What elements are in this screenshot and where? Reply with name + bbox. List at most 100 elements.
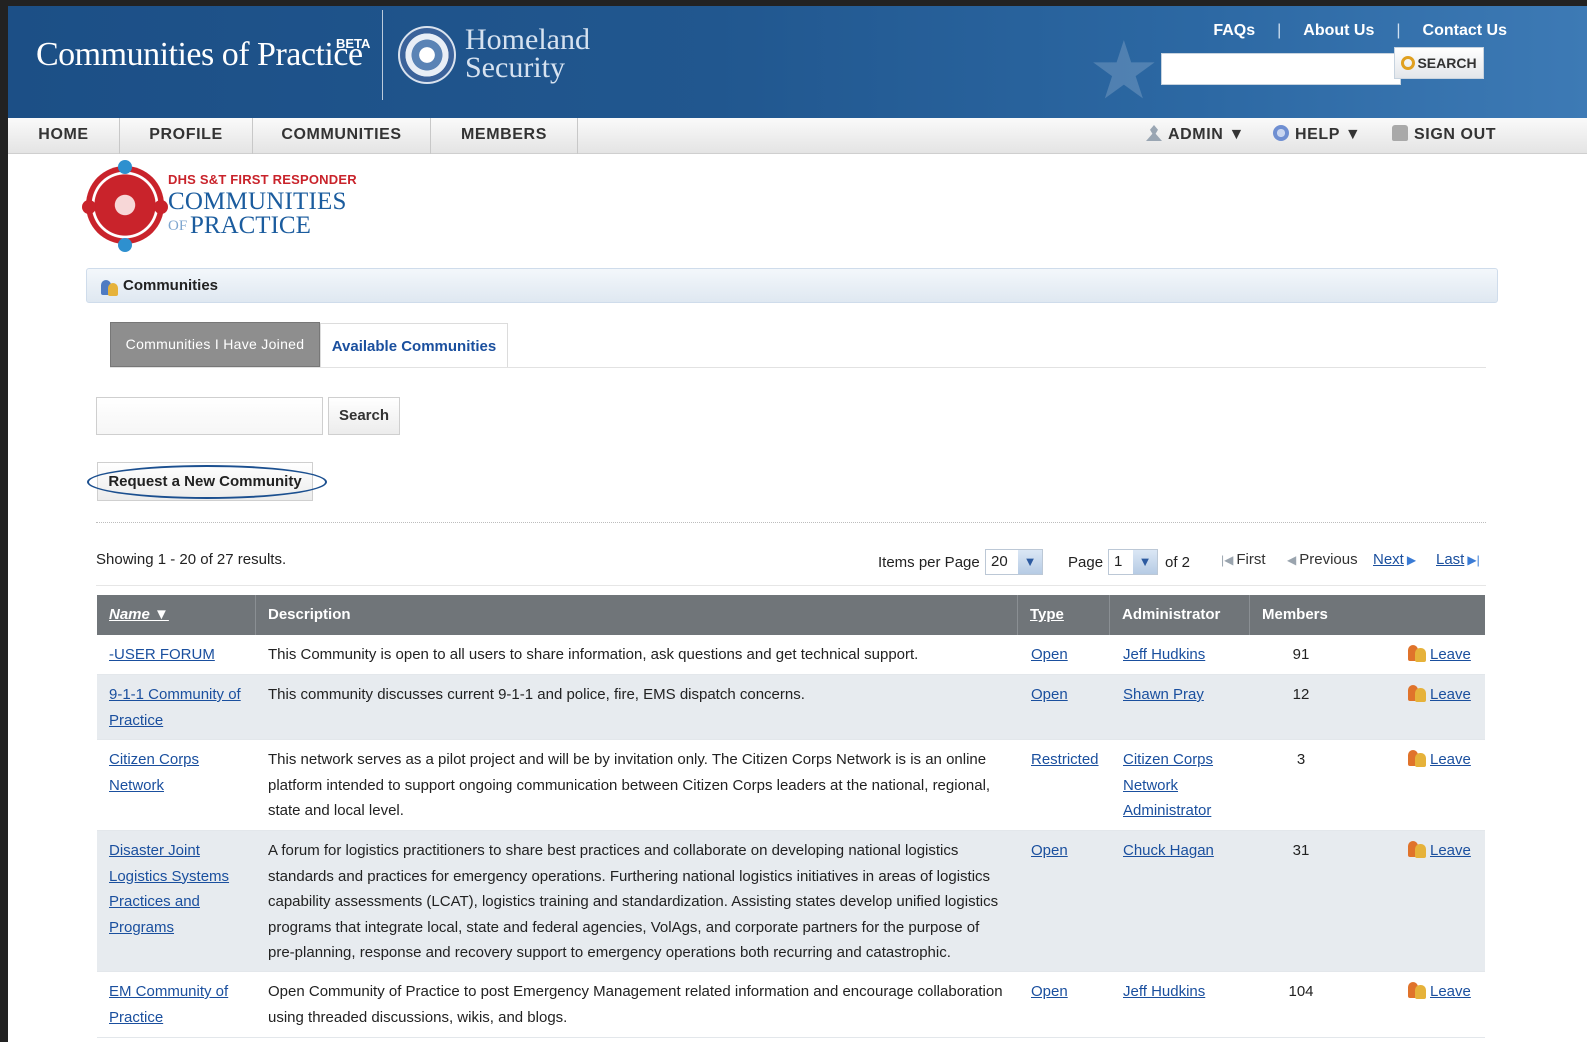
people-icon bbox=[1407, 748, 1427, 768]
leave-link[interactable]: Leave bbox=[1407, 979, 1477, 1005]
table-row: 9-1-1 Community of Practice This communi… bbox=[97, 675, 1485, 740]
main-nav: HOME PROFILE COMMUNITIES MEMBERS ADMIN ▼… bbox=[8, 118, 1587, 154]
pager-last[interactable]: Last ▶| bbox=[1436, 551, 1483, 568]
items-per-page-label: Items per Page bbox=[878, 554, 980, 571]
section-title: Communities bbox=[123, 277, 219, 294]
agency-name-line1: Homeland bbox=[465, 23, 590, 56]
nav-help-label: HELP ▼ bbox=[1295, 126, 1362, 143]
nav-help-menu[interactable]: HELP ▼ bbox=[1273, 118, 1361, 154]
logo-line2-of: OF bbox=[168, 218, 188, 234]
community-type-link[interactable]: Open bbox=[1031, 642, 1109, 668]
community-name-link[interactable]: 9-1-1 Community of Practice bbox=[109, 682, 249, 733]
last-page-icon: ▶| bbox=[1467, 553, 1480, 567]
nav-communities[interactable]: COMMUNITIES bbox=[253, 118, 431, 154]
search-icon bbox=[1401, 56, 1416, 70]
nav-members[interactable]: MEMBERS bbox=[431, 118, 578, 154]
results-count: Showing 1 - 20 of 27 results. bbox=[96, 551, 287, 568]
header-search-button[interactable]: SEARCH bbox=[1394, 47, 1484, 79]
communities-table: Name ▼ Description Type Administrator Me… bbox=[97, 595, 1485, 1038]
cop-emblem-icon bbox=[86, 166, 164, 244]
admin-icon bbox=[1146, 125, 1162, 141]
tab-communities-joined[interactable]: Communities I Have Joined bbox=[110, 322, 320, 367]
pager-first-label: First bbox=[1236, 551, 1266, 568]
table-header: Name ▼ Description Type Administrator Me… bbox=[97, 595, 1485, 635]
community-description: This Community is open to all users to s… bbox=[268, 646, 919, 663]
pager-previous[interactable]: ◀ Previous bbox=[1284, 551, 1358, 568]
site-title[interactable]: Communities of Practice bbox=[36, 36, 363, 74]
cop-logo bbox=[82, 160, 168, 252]
logo-dot bbox=[82, 200, 96, 214]
community-description: This network serves as a pilot project a… bbox=[268, 751, 991, 819]
community-description: This community discusses current 9-1-1 a… bbox=[268, 686, 805, 703]
next-page-icon: ▶ bbox=[1406, 553, 1417, 567]
help-icon bbox=[1273, 125, 1289, 141]
dotted-divider bbox=[96, 522, 1486, 523]
header-divider bbox=[382, 10, 383, 100]
tab-available-communities[interactable]: Available Communities bbox=[320, 323, 508, 368]
community-type-link[interactable]: Open bbox=[1031, 979, 1109, 1005]
tab-underline bbox=[110, 367, 1486, 368]
column-header-name[interactable]: Name ▼ bbox=[97, 595, 256, 635]
nav-profile[interactable]: PROFILE bbox=[120, 118, 253, 154]
leave-label: Leave bbox=[1430, 751, 1471, 768]
leave-label: Leave bbox=[1430, 842, 1471, 859]
community-search-button[interactable]: Search bbox=[328, 397, 400, 435]
sign-out-label: SIGN OUT bbox=[1414, 126, 1497, 143]
logo-dot bbox=[154, 200, 168, 214]
contact-us-link[interactable]: Contact Us bbox=[1423, 22, 1507, 40]
column-header-type[interactable]: Type bbox=[1018, 595, 1110, 635]
chevron-down-icon: ▼ bbox=[1018, 550, 1042, 574]
administrator-link[interactable]: Citizen Corps Network Administrator bbox=[1123, 747, 1223, 824]
communities-icon bbox=[99, 277, 119, 297]
header-search-input[interactable] bbox=[1161, 53, 1401, 85]
star-decoration-icon: ★ bbox=[1088, 26, 1160, 115]
community-name-link[interactable]: EM Community of Practice bbox=[109, 979, 249, 1030]
page-label: Page bbox=[1068, 554, 1104, 571]
administrator-link[interactable]: Jeff Hudkins bbox=[1123, 642, 1243, 668]
people-icon bbox=[1407, 980, 1427, 1000]
leave-link[interactable]: Leave bbox=[1407, 682, 1477, 708]
agency-name-line2: Security bbox=[465, 51, 565, 84]
community-name-link[interactable]: Disaster Joint Logistics Systems Practic… bbox=[109, 838, 239, 940]
table-row: -USER FORUM This Community is open to al… bbox=[97, 635, 1485, 675]
pager-next[interactable]: Next ▶ bbox=[1373, 551, 1419, 568]
leave-label: Leave bbox=[1430, 646, 1471, 663]
community-description: Open Community of Practice to post Emerg… bbox=[268, 983, 1003, 1026]
nav-home[interactable]: HOME bbox=[8, 118, 120, 154]
community-search-input[interactable] bbox=[96, 397, 323, 435]
leave-link[interactable]: Leave bbox=[1407, 838, 1477, 864]
leave-link[interactable]: Leave bbox=[1407, 642, 1477, 668]
page-select[interactable]: 1 ▼ bbox=[1108, 549, 1158, 575]
community-type-link[interactable]: Open bbox=[1031, 838, 1109, 864]
chevron-down-icon: ▼ bbox=[1133, 550, 1157, 574]
about-us-link[interactable]: About Us bbox=[1303, 22, 1374, 40]
faqs-link[interactable]: FAQs bbox=[1213, 22, 1255, 40]
pager-last-label: Last bbox=[1436, 551, 1465, 568]
community-name-link[interactable]: -USER FORUM bbox=[109, 642, 249, 668]
items-per-page-select[interactable]: 20 ▼ bbox=[985, 549, 1043, 575]
pager-first[interactable]: |◀ First bbox=[1218, 551, 1266, 568]
community-type-link[interactable]: Open bbox=[1031, 682, 1109, 708]
community-name-link[interactable]: Citizen Corps Network bbox=[109, 747, 249, 798]
administrator-link[interactable]: Jeff Hudkins bbox=[1123, 979, 1243, 1005]
agency-name: Homeland Security bbox=[465, 23, 590, 84]
leave-link[interactable]: Leave bbox=[1407, 747, 1477, 773]
administrator-link[interactable]: Shawn Pray bbox=[1123, 682, 1243, 708]
member-count: 31 bbox=[1292, 842, 1310, 859]
administrator-link[interactable]: Chuck Hagan bbox=[1123, 838, 1243, 864]
people-icon bbox=[1407, 643, 1427, 663]
people-icon bbox=[1407, 683, 1427, 703]
column-header-administrator: Administrator bbox=[1110, 595, 1250, 635]
beta-badge: BETA bbox=[336, 36, 371, 51]
community-type-link[interactable]: Restricted bbox=[1031, 747, 1109, 773]
previous-page-icon: ◀ bbox=[1287, 553, 1297, 567]
pager-next-label: Next bbox=[1373, 551, 1404, 568]
nav-admin-menu[interactable]: ADMIN ▼ bbox=[1146, 118, 1245, 154]
logo-dot bbox=[118, 238, 132, 252]
table-row: Disaster Joint Logistics Systems Practic… bbox=[97, 831, 1485, 972]
logo-line2: PRACTICE bbox=[190, 212, 311, 239]
sign-out-button[interactable]: SIGN OUT bbox=[1392, 118, 1496, 154]
nav-admin-label: ADMIN ▼ bbox=[1168, 126, 1245, 143]
page-count: of 2 bbox=[1165, 554, 1191, 571]
header-search-label: SEARCH bbox=[1417, 55, 1477, 71]
